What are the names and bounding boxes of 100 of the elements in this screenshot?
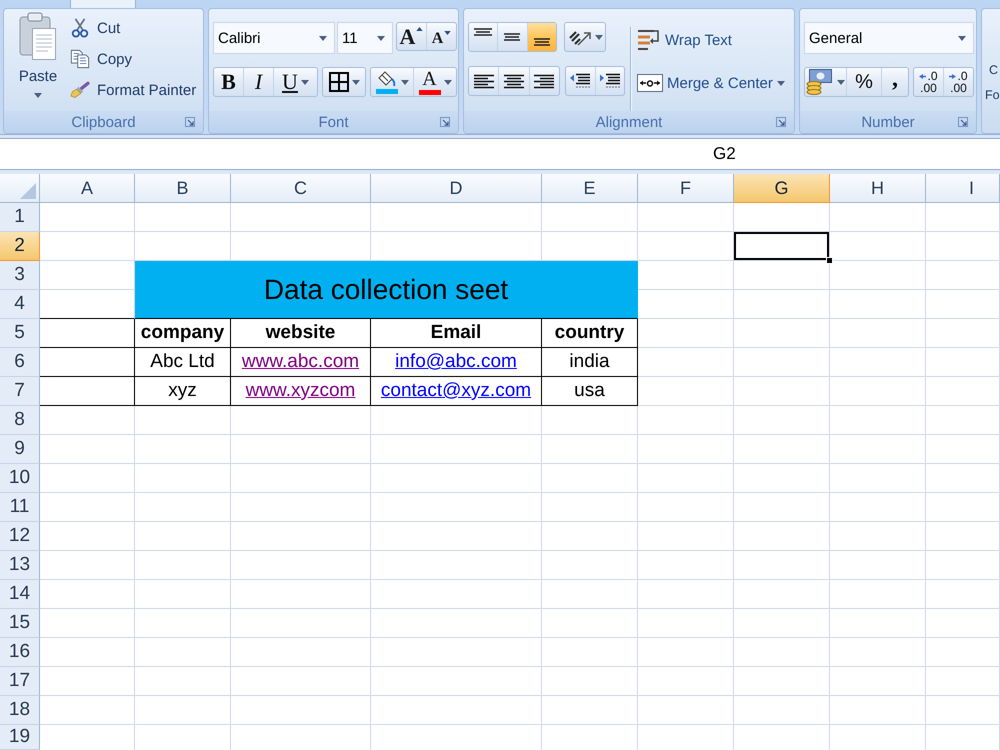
font-name-field[interactable]: Calibri [213, 22, 335, 54]
caret-icon [776, 80, 785, 86]
arrow-left-icon [919, 74, 926, 78]
cut-button[interactable]: Cut [68, 16, 198, 40]
row-header[interactable]: 13 [0, 551, 40, 580]
column-header[interactable]: A [40, 174, 135, 203]
caret-icon [958, 36, 966, 40]
column-header[interactable]: B [135, 174, 231, 203]
row-header[interactable]: 10 [0, 464, 40, 493]
row-header[interactable]: 4 [0, 290, 40, 319]
link[interactable]: www.xyzcom [246, 380, 356, 402]
shrink-font-button[interactable]: A [427, 23, 456, 50]
copy-button[interactable]: Copy [68, 47, 198, 71]
row-header[interactable]: 2 [0, 232, 40, 261]
ribbon-label[interactable]: Fo [985, 88, 1000, 102]
merge-center-button[interactable]: Merge & Center [637, 69, 785, 97]
link[interactable]: contact@xyz.com [380, 380, 532, 402]
font-color-button[interactable]: A [414, 68, 456, 96]
row-header[interactable]: 3 [0, 261, 40, 290]
table-cell: Abc Ltd [135, 348, 231, 377]
arrow-right-icon [949, 74, 956, 78]
table-header-cell: company [135, 319, 231, 348]
bold-button[interactable]: B [214, 68, 244, 96]
row-header[interactable]: 17 [0, 667, 40, 696]
name-box[interactable]: G2 [0, 138, 1000, 170]
table-cell: usa [542, 377, 638, 406]
align-center-icon [502, 74, 525, 88]
fill-handle[interactable] [826, 257, 833, 264]
number-format-field[interactable]: General [804, 22, 974, 54]
row-header[interactable]: 9 [0, 435, 40, 464]
align-bottom-icon [532, 38, 552, 46]
triangle-down-icon [444, 31, 452, 35]
row-header[interactable]: 11 [0, 493, 40, 522]
column-header[interactable]: H [830, 174, 926, 203]
column-header[interactable]: C [231, 174, 371, 203]
increase-decimal-button[interactable]: .0 .00 [914, 68, 944, 96]
wrap-text-button[interactable]: Wrap Text [637, 26, 785, 54]
link[interactable]: www.abc.com [242, 351, 360, 373]
decrease-decimal-button[interactable]: .0 .00 [944, 68, 973, 96]
column-header[interactable]: D [371, 174, 542, 203]
font-size-field[interactable]: 11 [337, 22, 393, 54]
dialog-launcher-icon[interactable] [958, 117, 968, 127]
column-header[interactable]: F [638, 174, 734, 203]
caret-icon [444, 80, 452, 84]
table-cell: india [542, 348, 638, 377]
caret-icon [837, 80, 845, 84]
ribbon-label[interactable]: C [989, 63, 998, 77]
clipboard-icon [19, 12, 57, 60]
dialog-launcher-icon[interactable] [776, 117, 786, 127]
caret-icon [34, 93, 42, 98]
row-header[interactable]: 15 [0, 609, 40, 638]
row-header[interactable]: 18 [0, 696, 40, 725]
row-header[interactable]: 5 [0, 319, 40, 348]
paste-button[interactable]: Paste [12, 12, 64, 108]
percent-style-button[interactable]: % [847, 68, 882, 96]
sheet-cell[interactable] [40, 348, 135, 377]
table-header-cell: Email [371, 319, 542, 348]
align-right-icon [533, 74, 556, 88]
row-header[interactable]: 7 [0, 377, 40, 406]
comma-style-button[interactable]: , [882, 68, 908, 96]
align-left-icon [472, 74, 495, 88]
merge-arrows-icon [637, 74, 663, 92]
dialog-launcher-icon[interactable] [185, 117, 195, 127]
format-painter-button[interactable]: Format Painter [68, 78, 198, 102]
active-cell[interactable] [734, 232, 830, 261]
row-header[interactable]: 19 [0, 725, 40, 750]
row-header[interactable]: 8 [0, 406, 40, 435]
caret-icon [352, 80, 360, 84]
grow-font-button[interactable]: A [397, 23, 427, 50]
row-header[interactable]: 14 [0, 580, 40, 609]
row-header[interactable]: 6 [0, 348, 40, 377]
decrease-indent-icon [569, 73, 592, 89]
column-header[interactable]: E [542, 174, 638, 203]
align-top-icon [473, 28, 494, 36]
paintbrush-icon [70, 80, 90, 100]
group-label: Clipboard [71, 114, 136, 130]
caret-icon [319, 36, 327, 40]
caret-icon [377, 36, 385, 40]
underline-button[interactable]: U [274, 68, 317, 96]
row-header[interactable]: 1 [0, 203, 40, 232]
italic-button[interactable]: I [244, 68, 274, 96]
wrap-text-icon [637, 29, 661, 51]
caret-icon [594, 34, 602, 40]
increase-indent-icon [598, 73, 621, 89]
vertical-align-button[interactable] [528, 23, 556, 51]
sheet-cell[interactable] [40, 319, 135, 348]
sheet-cell[interactable] [40, 377, 135, 406]
table-header-cell: website [231, 319, 371, 348]
row-header[interactable]: 16 [0, 638, 40, 667]
scissors-icon [70, 18, 90, 38]
copy-icon [70, 49, 90, 69]
link[interactable]: info@abc.com [395, 351, 517, 373]
column-header[interactable]: G [734, 174, 830, 203]
accounting-format-button[interactable] [805, 68, 847, 96]
column-header[interactable]: I [926, 174, 1000, 203]
dialog-launcher-icon[interactable] [440, 117, 450, 127]
caret-icon [400, 80, 408, 84]
row-header[interactable]: 12 [0, 522, 40, 551]
align-middle-icon [502, 33, 522, 41]
grid-icon [328, 72, 348, 92]
